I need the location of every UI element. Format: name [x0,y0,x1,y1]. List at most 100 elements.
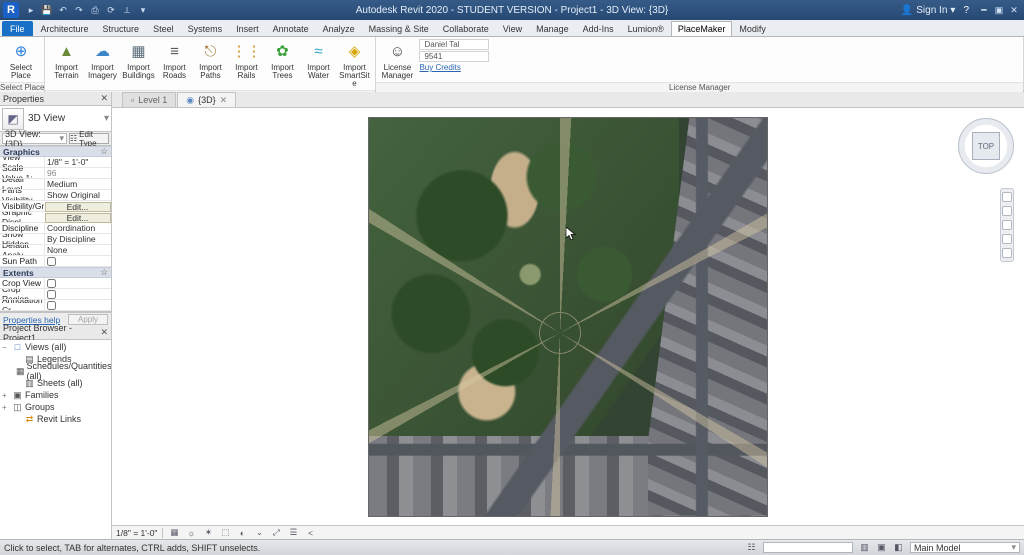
ribbon-tab[interactable]: Manage [529,21,576,36]
property-value[interactable] [44,289,111,299]
crop-icon[interactable]: ⌄ [253,527,265,539]
view-tab-active[interactable]: ◉ {3D} ✕ [177,92,236,107]
tree-twisty-icon[interactable]: + [2,403,10,412]
ribbon-tab[interactable]: Steel [146,21,181,36]
project-browser-tree[interactable]: −□Views (all)▤Legends▦Schedules/Quantiti… [0,340,111,539]
qat-sync-icon[interactable]: ⟳ [104,3,118,17]
navigation-bar[interactable] [1000,188,1014,262]
qat-open-icon[interactable]: ▸ [24,3,38,17]
import-smartsite-button[interactable]: ◈ImportSmartSite [336,38,372,89]
ribbon-tab[interactable]: Systems [181,21,230,36]
buy-credits-link[interactable]: Buy Credits [419,63,489,72]
qat-measure-icon[interactable]: ⟂ [120,3,134,17]
ribbon-tab[interactable]: Analyze [316,21,362,36]
file-tab[interactable]: File [2,21,33,36]
close-icon[interactable]: ✕ [100,327,108,338]
nav-pan-icon[interactable] [1002,206,1012,216]
sun-path-icon[interactable]: ✶ [202,527,214,539]
design-options-icon[interactable]: ◧ [893,542,904,553]
ribbon-tab[interactable]: Insert [229,21,266,36]
property-value[interactable]: None [44,245,111,255]
main-model-selector[interactable]: Main Model▾ [910,542,1020,553]
property-group-header[interactable]: Graphics☆ [0,146,111,157]
close-button[interactable]: ✕ [1007,3,1021,17]
shadows-icon[interactable]: ⬚ [219,527,231,539]
restore-button[interactable]: ▣ [992,3,1006,17]
drawing-canvas[interactable]: TOP [112,108,1024,525]
property-value[interactable]: Edit... [45,202,111,212]
select-place-button[interactable]: ⊕ SelectPlace [3,38,39,81]
instance-selector[interactable]: 3D View: {3D}▾ [2,133,67,144]
import-trees-button[interactable]: ✿ImportTrees [264,38,300,89]
ribbon-group-select-place: ⊕ SelectPlace Select Place [0,37,45,91]
property-value[interactable]: Edit... [45,213,111,223]
qat-more-icon[interactable]: ▾ [136,3,150,17]
property-group-header[interactable]: Extents☆ [0,267,111,278]
tree-twisty-icon[interactable]: − [2,343,10,352]
qat-undo-icon[interactable]: ↶ [56,3,70,17]
selection-filter-icon[interactable]: ☷ [746,542,757,553]
nav-look-icon[interactable] [1002,248,1012,258]
qat-print-icon[interactable]: ⎙ [88,3,102,17]
ribbon-tab[interactable]: Lumion® [621,21,671,36]
property-value[interactable]: Show Original [44,190,111,200]
ribbon-tab[interactable]: Annotate [266,21,316,36]
help-icon[interactable]: ? [963,5,969,16]
tree-twisty-icon[interactable]: + [2,391,10,400]
ribbon-tab[interactable]: Structure [96,21,147,36]
import-paths-button[interactable]: ⎋ImportPaths [192,38,228,89]
ribbon-tab[interactable]: Massing & Site [362,21,436,36]
import-imagery-button[interactable]: ☁ImportImagery [84,38,120,89]
property-value[interactable] [44,256,111,266]
tree-node[interactable]: ▦Schedules/Quantities (all) [0,365,111,377]
property-value[interactable] [44,300,111,310]
tree-node[interactable]: +◫Groups [0,401,111,413]
close-icon[interactable]: ✕ [220,95,228,106]
reveal-icon[interactable]: < [304,527,316,539]
minimize-button[interactable]: ━ [977,3,991,17]
tree-node[interactable]: −□Views (all) [0,341,111,353]
ribbon-tab-active[interactable]: PlaceMaker [671,21,733,36]
license-manager-button[interactable]: ☺LicenseManager [379,38,415,81]
property-value[interactable]: 1/8" = 1'-0" [44,157,111,167]
visual-style-icon[interactable]: ☼ [185,527,197,539]
nav-wheel-icon[interactable] [1002,192,1012,202]
property-value[interactable]: Coordination [44,223,111,233]
ribbon-tab[interactable]: Collaborate [436,21,496,36]
qat-save-icon[interactable]: 💾 [40,3,54,17]
import-rails-button[interactable]: ⋮⋮ImportRails [228,38,264,89]
ribbon-tab[interactable]: Modify [732,21,773,36]
rendering-icon[interactable]: ◐ [236,527,248,539]
import-buildings-button[interactable]: ▦ImportBuildings [120,38,156,89]
view-scale-selector[interactable]: 1/8" = 1'-0" [116,528,157,538]
ribbon-tab[interactable]: Architecture [34,21,96,36]
import-water-button[interactable]: ≈ImportWater [300,38,336,89]
property-value[interactable]: By Discipline [44,234,111,244]
worksets-icon[interactable]: ▥ [859,542,870,553]
import-terrain-button[interactable]: ▲ImportTerrain [48,38,84,89]
tree-node[interactable]: ⇄Revit Links [0,413,111,425]
ribbon-tab[interactable]: View [496,21,529,36]
ribbon-tab[interactable]: Add-Ins [576,21,621,36]
crop-region-icon[interactable]: ⤢ [270,527,282,539]
editable-only-icon[interactable]: ▣ [876,542,887,553]
detail-level-icon[interactable]: ▦ [168,527,180,539]
property-value[interactable] [44,278,111,288]
roads-icon: ≡ [162,39,186,63]
import-roads-button[interactable]: ≡ImportRoads [156,38,192,89]
property-value[interactable]: Medium [44,179,111,189]
sign-in-button[interactable]: 👤 Sign In ▾ [901,5,956,16]
property-row: Parts VisibilityShow Original [0,190,111,201]
selection-count-field[interactable] [763,542,853,553]
view-tab[interactable]: ▫ Level 1 [122,92,176,107]
nav-zoom-icon[interactable] [1002,220,1012,230]
view-cube[interactable]: TOP [958,118,1014,174]
tree-node[interactable]: +▣Families [0,389,111,401]
property-row: Default Analy...None [0,245,111,256]
unlocked-icon[interactable]: ☰ [287,527,299,539]
nav-orbit-icon[interactable] [1002,234,1012,244]
property-value[interactable]: 96 [44,168,111,178]
close-icon[interactable]: ✕ [100,93,108,104]
edit-type-button[interactable]: ☷Edit Type [69,133,109,144]
qat-redo-icon[interactable]: ↷ [72,3,86,17]
